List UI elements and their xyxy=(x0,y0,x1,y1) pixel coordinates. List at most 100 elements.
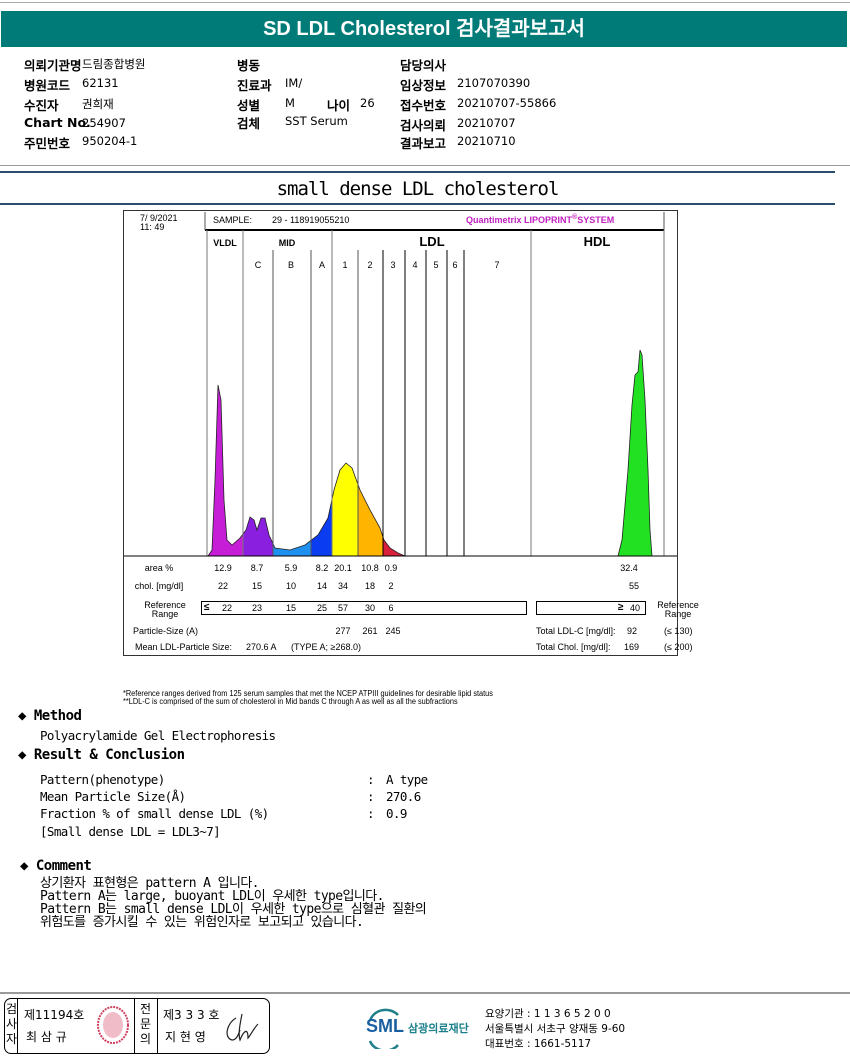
result-colon: : xyxy=(367,789,375,804)
field-value: 254907 xyxy=(82,116,126,130)
hdl-peak xyxy=(617,349,653,557)
field-value: SST Serum xyxy=(285,114,348,128)
label-char: 검 xyxy=(6,1002,18,1016)
field-value: 950204-1 xyxy=(82,134,138,148)
field-value: M xyxy=(285,96,295,110)
hdl-area-value: 32.4 xyxy=(620,563,638,573)
field-label: 수진자 xyxy=(24,98,59,113)
phone: 대표번호 : 1661-5117 xyxy=(485,1038,592,1050)
field-label: 담당의사 xyxy=(400,58,447,73)
band-fill-A xyxy=(311,385,332,556)
comment-heading-text: Comment xyxy=(35,858,92,874)
area-value: 5.9 xyxy=(284,563,298,573)
result-heading: ◆ Result & Conclusion xyxy=(18,747,185,763)
examiner-no: 제11194호 xyxy=(24,1008,85,1022)
method-text: Polyacrylamide Gel Electrophoresis xyxy=(40,728,276,743)
comment-line: 위험도를 증가시킬 수 있는 위험인자로 보고되고 있습니다. xyxy=(40,915,364,930)
ge-symbol: ≥ xyxy=(618,602,624,613)
area-value: 8.2 xyxy=(315,563,329,573)
field-label: 접수번호 xyxy=(400,98,447,113)
label-char: 의 xyxy=(140,1032,152,1046)
band-fill-1 xyxy=(332,385,358,556)
field-label: Chart No. xyxy=(24,115,91,130)
ref-value: 22 xyxy=(221,603,233,613)
field-label: 의뢰기관명 xyxy=(24,58,82,73)
chol-value: 18 xyxy=(364,581,376,591)
org-name: 삼광의료재단 xyxy=(408,1022,469,1035)
ref-value: 6 xyxy=(388,603,394,613)
band-fill-2 xyxy=(358,385,383,556)
method-heading-text: Method xyxy=(33,708,82,724)
result-value: A type xyxy=(386,772,428,787)
area-value: 10.8 xyxy=(361,563,379,573)
chol-label: chol. [mg/dl] xyxy=(134,581,184,591)
result-value: 270.6 xyxy=(386,789,421,804)
area-value: 8.7 xyxy=(250,563,264,573)
result-label: Mean Particle Size(Å) xyxy=(40,789,186,804)
result-label: Pattern(phenotype) xyxy=(40,772,165,787)
examiner-name: 최 삼 규 xyxy=(26,1030,67,1044)
group-label: VLDL xyxy=(213,238,237,248)
total-chol-ref: (≤ 200) xyxy=(664,642,693,652)
field-label: 임상정보 xyxy=(400,78,447,93)
subband-label: 4 xyxy=(412,260,417,270)
total-ldl-value: 92 xyxy=(627,626,638,636)
hdl-chol-value: 55 xyxy=(628,581,640,591)
subband-label: 2 xyxy=(367,260,372,270)
seal-stamp xyxy=(97,1006,129,1044)
reviewer-label: 전문의 xyxy=(140,1002,152,1047)
footnotes: *Reference ranges derived from 125 serum… xyxy=(123,690,638,706)
result-value: 0.9 xyxy=(386,806,407,821)
subband-label: C xyxy=(255,260,262,270)
ref-value: 30 xyxy=(364,603,376,613)
field-label: 진료과 xyxy=(237,78,272,93)
total-ldl-label: Total LDL-C [mg/dl]: xyxy=(536,626,616,636)
reviewer-no: 제3 3 3 호 xyxy=(163,1008,220,1022)
footer-divider xyxy=(0,992,850,994)
field-value: 20210710 xyxy=(457,134,516,148)
field-value: 20210707 xyxy=(457,116,516,130)
particle-size-value: 261 xyxy=(362,626,378,636)
logo-text: SML xyxy=(366,1016,404,1036)
particle-size-value: 245 xyxy=(385,626,401,636)
handwritten-signature xyxy=(226,1013,259,1042)
subband-label: 5 xyxy=(433,260,438,270)
field-value: 2107070390 xyxy=(457,76,531,90)
field-label: 결과보고 xyxy=(400,136,447,151)
particle-size-label: Particle-Size (A) xyxy=(133,626,199,636)
area-label: area % xyxy=(144,563,174,573)
report-page: SD LDL Cholesterol 검사결과보고서 small dense L… xyxy=(0,0,850,1062)
mean-size-value: 270.6 A xyxy=(246,642,277,652)
label-char: 문 xyxy=(140,1017,152,1031)
group-label: MID xyxy=(279,238,296,248)
age-label: 나이 xyxy=(327,98,351,113)
field-label: 검체 xyxy=(237,116,261,131)
chol-value: 10 xyxy=(285,581,297,591)
divider xyxy=(134,999,135,1053)
field-value: 20210707-55866 xyxy=(457,96,557,110)
group-label: LDL xyxy=(419,234,444,249)
address: 서울특별시 서초구 양재동 9-60 xyxy=(485,1023,626,1035)
subband-label: A xyxy=(319,260,325,270)
chol-value: 14 xyxy=(316,581,328,591)
chol-value: 15 xyxy=(251,581,263,591)
le-symbol: ≤ xyxy=(204,602,210,613)
label-char: 전 xyxy=(140,1002,152,1016)
field-value: IM/ xyxy=(285,76,303,90)
subband-label: 1 xyxy=(342,260,347,270)
result-note: [Small dense LDL = LDL3~7] xyxy=(40,824,221,839)
age-value: 26 xyxy=(360,96,375,110)
field-value: 드림종합병원 xyxy=(82,57,146,71)
field-label: 병원코드 xyxy=(24,78,71,93)
result-colon: : xyxy=(367,806,375,821)
footnote: **LDL-C is comprised of the sum of chole… xyxy=(123,697,458,706)
label-char: 사 xyxy=(6,1017,18,1031)
divider xyxy=(157,999,158,1053)
chol-value: 22 xyxy=(217,581,229,591)
total-chol-value: 169 xyxy=(624,642,640,652)
subband-label: 7 xyxy=(494,260,499,270)
subband-label: 3 xyxy=(390,260,395,270)
subband-label: 6 xyxy=(452,260,457,270)
ref-value: 15 xyxy=(285,603,297,613)
chol-value: 2 xyxy=(388,581,394,591)
